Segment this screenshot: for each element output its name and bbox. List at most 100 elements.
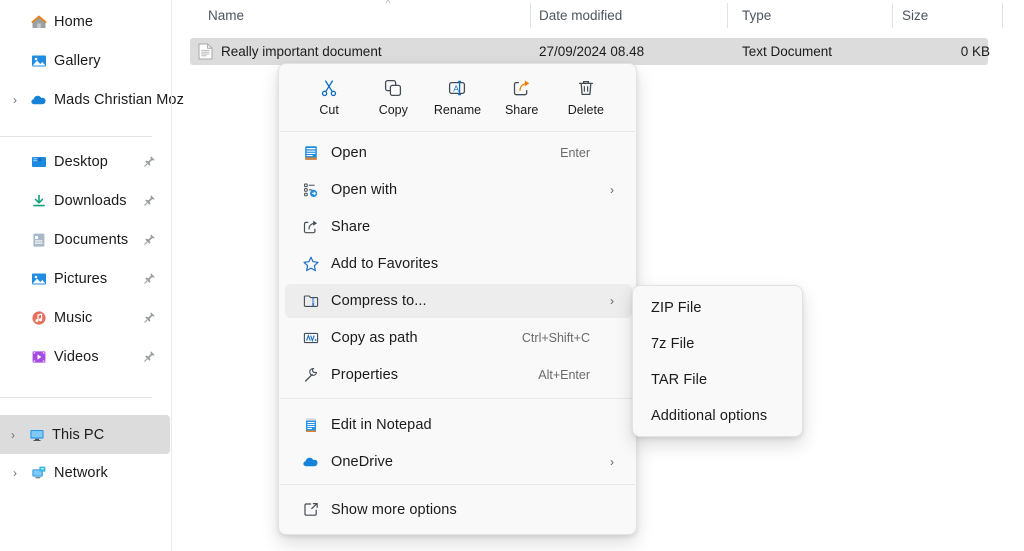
- pin-icon[interactable]: [143, 272, 156, 285]
- text-document-icon: [198, 43, 213, 60]
- sidebar-item-label: This PC: [52, 426, 105, 443]
- table-row[interactable]: Really important document 27/09/2024 08.…: [190, 38, 990, 65]
- column-divider[interactable]: [727, 3, 728, 28]
- desktop-icon: [30, 153, 48, 171]
- pin-icon[interactable]: [143, 350, 156, 363]
- column-header-date-modified[interactable]: Date modified: [539, 0, 622, 30]
- sidebar-divider: [0, 397, 152, 398]
- rename-icon: A: [446, 77, 468, 99]
- delete-button[interactable]: Delete: [557, 70, 615, 124]
- sort-ascending-icon: ^: [385, 0, 391, 10]
- sidebar-item-label: Pictures: [54, 270, 108, 287]
- submenu-item-label: ZIP File: [651, 299, 702, 316]
- menu-item-label: Show more options: [331, 502, 457, 518]
- downloads-icon: [30, 192, 48, 210]
- chevron-right-icon[interactable]: ›: [6, 94, 24, 106]
- pictures-icon: [30, 270, 48, 288]
- sidebar-item-downloads[interactable]: Downloads: [2, 181, 170, 220]
- open-file-icon: [301, 143, 321, 163]
- column-divider[interactable]: [1002, 3, 1003, 28]
- menu-item-label: Compress to...: [331, 293, 427, 309]
- menu-item-compress-to[interactable]: Compress to... ›: [285, 284, 632, 318]
- pin-icon[interactable]: [143, 233, 156, 246]
- documents-icon: [30, 231, 48, 249]
- thispc-icon: [28, 426, 46, 444]
- menu-item-properties[interactable]: Properties Alt+Enter: [285, 358, 632, 392]
- music-icon: [30, 309, 48, 327]
- pin-icon[interactable]: [143, 155, 156, 168]
- share-button[interactable]: Share: [493, 70, 551, 124]
- more-options-icon: [301, 500, 321, 520]
- chevron-right-icon[interactable]: ›: [6, 467, 24, 479]
- copy-as-path-icon: [301, 328, 321, 348]
- cell-name: Really important document: [221, 44, 382, 59]
- menu-item-share[interactable]: Share: [285, 210, 632, 244]
- submenu-item-label: TAR File: [651, 371, 708, 388]
- cell-date-modified: 27/09/2024 08.48: [539, 44, 645, 59]
- onedrive-icon: [30, 91, 48, 109]
- sidebar-item-this-pc[interactable]: › This PC: [0, 415, 170, 454]
- cut-button[interactable]: Cut: [300, 70, 358, 124]
- pin-icon[interactable]: [143, 194, 156, 207]
- trash-icon: [575, 77, 597, 99]
- scissors-icon: [318, 77, 340, 99]
- submenu-item-label: Additional options: [651, 407, 768, 424]
- menu-item-open-with[interactable]: Open with ›: [285, 173, 632, 207]
- onedrive-icon: [301, 452, 321, 472]
- menu-item-copy-as-path[interactable]: Copy as path Ctrl+Shift+C: [285, 321, 632, 355]
- sidebar-item-gallery[interactable]: Gallery: [2, 41, 170, 80]
- chevron-right-icon: ›: [610, 294, 614, 308]
- share-icon: [511, 77, 533, 99]
- column-header-type[interactable]: Type: [742, 0, 771, 30]
- column-divider[interactable]: [530, 3, 531, 28]
- menu-item-label: Add to Favorites: [331, 256, 439, 272]
- submenu-item-7z-file[interactable]: 7z File: [638, 328, 799, 359]
- sidebar-item-label: Desktop: [54, 153, 108, 170]
- menu-item-label: Copy as path: [331, 330, 418, 346]
- sidebar-item-music[interactable]: Music: [2, 298, 170, 337]
- sidebar-item-label: Mads Christian Moz: [54, 91, 184, 108]
- sidebar-item-onedrive-account[interactable]: › Mads Christian Moz: [2, 80, 184, 119]
- context-menu-command-bar: Cut Copy A Rename Share Delete: [279, 64, 636, 130]
- cut-label: Cut: [319, 103, 339, 117]
- share-icon: [301, 217, 321, 237]
- cell-type: Text Document: [742, 44, 833, 59]
- sidebar-item-pictures[interactable]: Pictures: [2, 259, 170, 298]
- sidebar-item-network[interactable]: › Network: [2, 453, 170, 492]
- menu-item-open[interactable]: Open Enter: [285, 136, 632, 170]
- menu-item-show-more-options[interactable]: Show more options: [285, 493, 632, 527]
- menu-separator: [280, 484, 635, 485]
- star-icon: [301, 254, 321, 274]
- column-header-size[interactable]: Size: [902, 0, 928, 30]
- sidebar-item-label: Gallery: [54, 52, 101, 69]
- copy-icon: [382, 77, 404, 99]
- menu-separator: [280, 398, 635, 399]
- column-divider[interactable]: [892, 3, 893, 28]
- submenu-item-additional-options[interactable]: Additional options: [638, 400, 799, 431]
- sidebar-item-label: Music: [54, 309, 93, 326]
- menu-item-label: Open: [331, 145, 367, 161]
- sidebar-item-label: Documents: [54, 231, 129, 248]
- navigation-pane: Home Gallery › Mads Christian Moz Deskto…: [0, 0, 184, 551]
- menu-item-edit-in-notepad[interactable]: Edit in Notepad: [285, 408, 632, 442]
- notepad-icon: [301, 415, 321, 435]
- menu-item-add-to-favorites[interactable]: Add to Favorites: [285, 247, 632, 281]
- compress-icon: [301, 291, 321, 311]
- column-header-name[interactable]: Name: [208, 0, 244, 30]
- chevron-right-icon: ›: [610, 183, 614, 197]
- pin-icon[interactable]: [143, 311, 156, 324]
- sidebar-item-home[interactable]: Home: [2, 2, 170, 41]
- copy-button[interactable]: Copy: [364, 70, 422, 124]
- menu-item-label: Share: [331, 219, 371, 235]
- delete-label: Delete: [567, 103, 604, 117]
- sidebar-item-documents[interactable]: Documents: [2, 220, 170, 259]
- submenu-item-tar-file[interactable]: TAR File: [638, 364, 799, 395]
- submenu-item-zip-file[interactable]: ZIP File: [638, 292, 799, 323]
- sidebar-item-videos[interactable]: Videos: [2, 337, 170, 376]
- copy-label: Copy: [378, 103, 408, 117]
- menu-item-onedrive[interactable]: OneDrive ›: [285, 445, 632, 479]
- rename-button[interactable]: A Rename: [428, 70, 486, 124]
- sidebar-item-desktop[interactable]: Desktop: [2, 142, 170, 181]
- menu-item-label: Properties: [331, 367, 399, 383]
- chevron-right-icon[interactable]: ›: [4, 429, 22, 441]
